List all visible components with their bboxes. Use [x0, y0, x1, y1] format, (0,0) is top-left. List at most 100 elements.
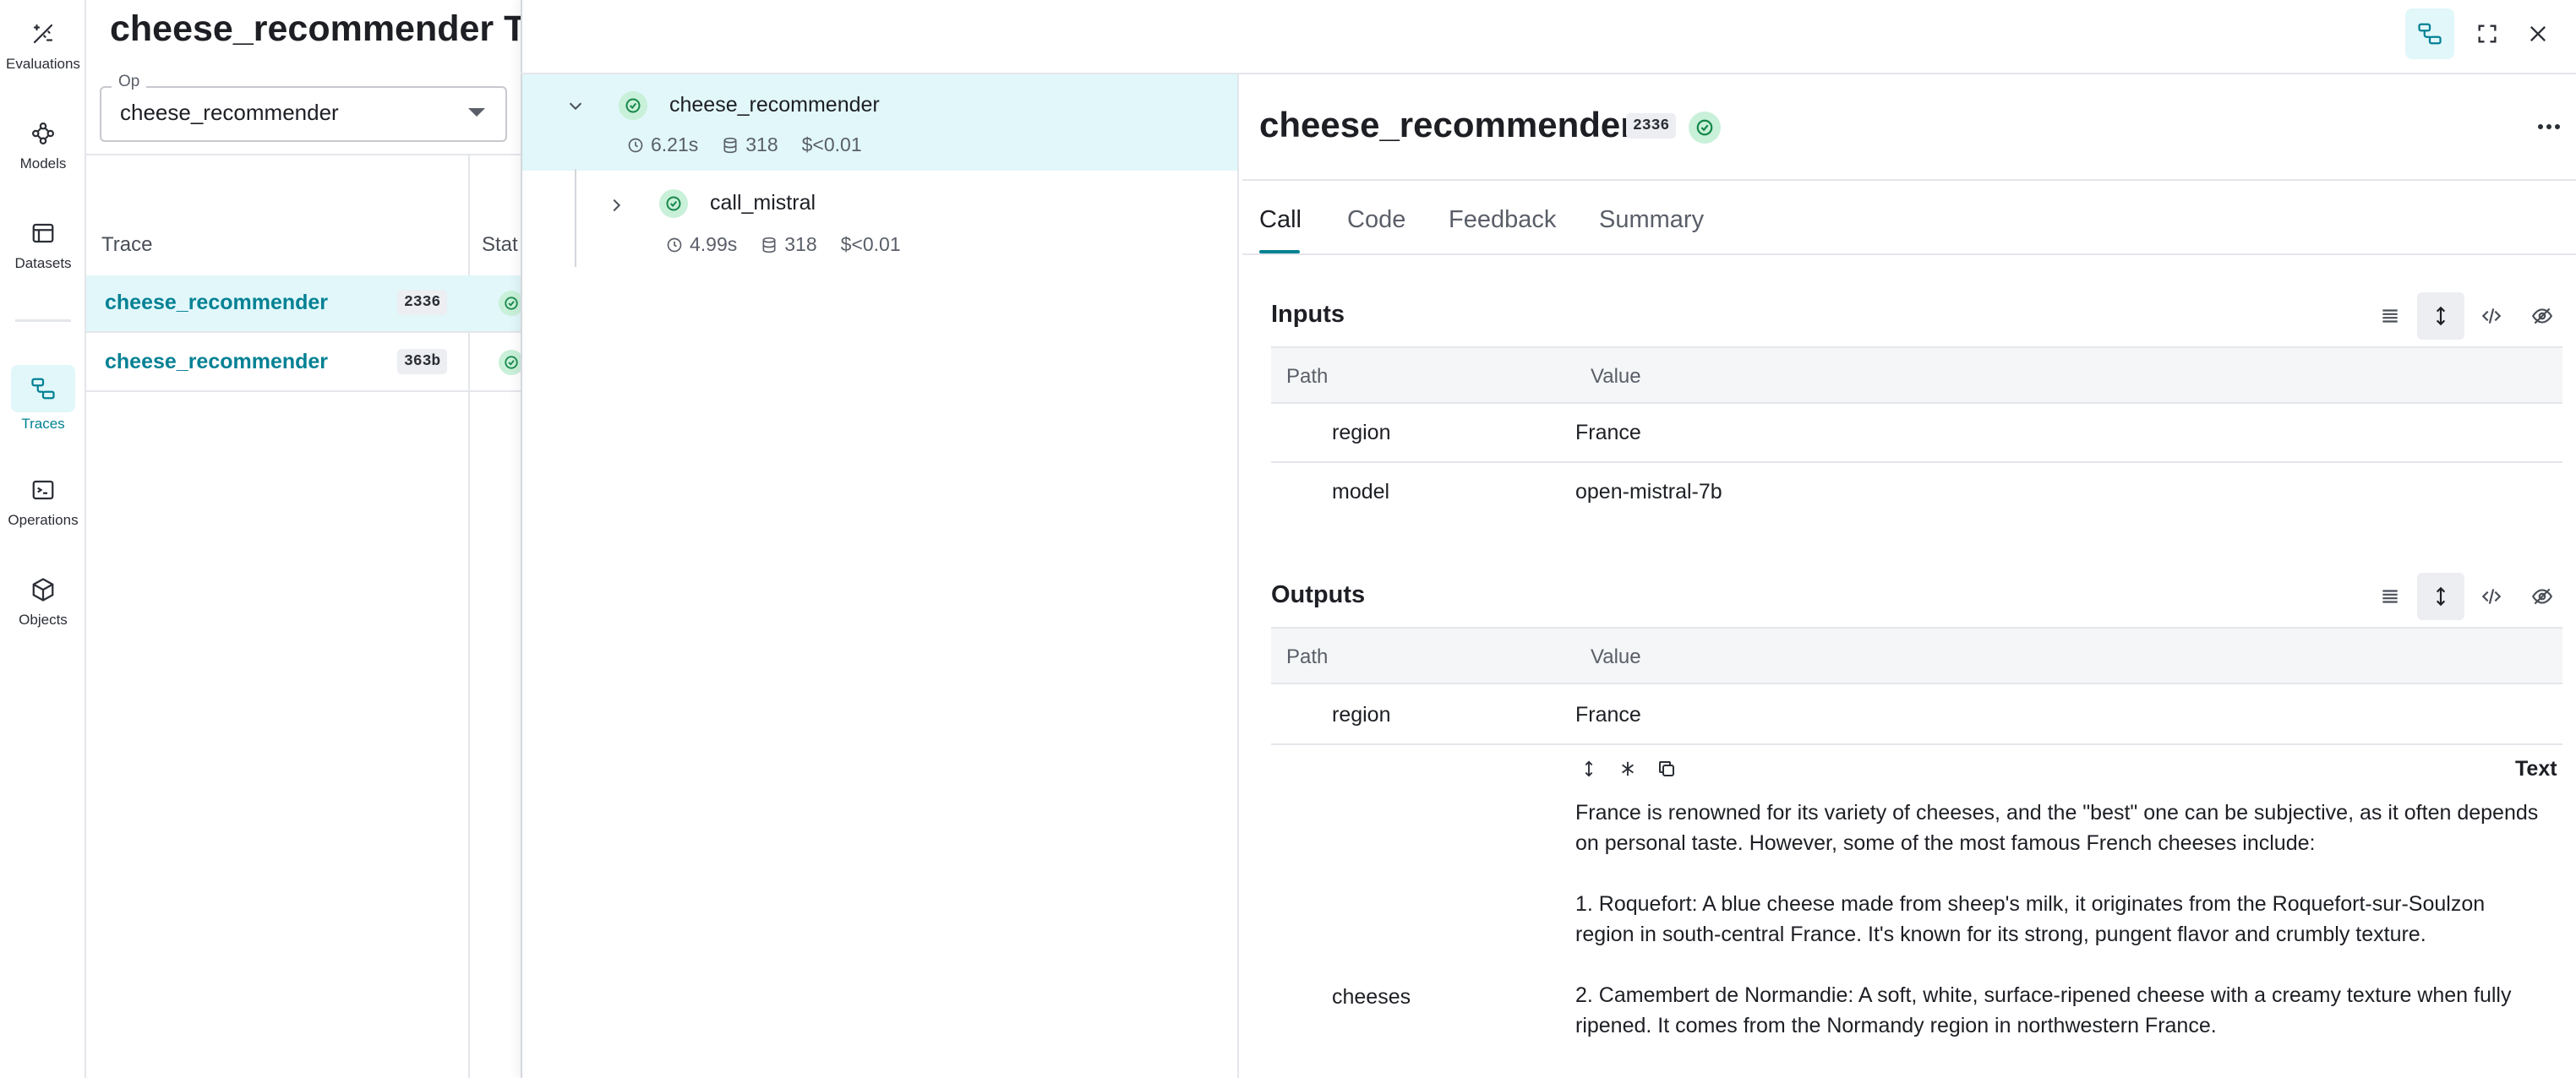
column-header-path[interactable]: Path [1286, 365, 1328, 389]
nav-rail: Evaluations Models Datasets Traces Opera… [0, 0, 86, 1078]
fullscreen-icon [2478, 24, 2497, 43]
tree-node-meta: 6.21s 318 $<0.01 [627, 133, 881, 156]
copy-button[interactable] [1651, 754, 1682, 784]
column-header-trace[interactable]: Trace [101, 233, 152, 257]
text-mode-toggle[interactable]: Text [2515, 757, 2557, 781]
code-view-button[interactable] [2468, 292, 2515, 340]
nav-label: Datasets [14, 255, 72, 271]
evaluations-icon [25, 15, 62, 52]
code-icon [2481, 308, 2502, 324]
op-filter-label: Op [112, 73, 147, 91]
list-icon [2382, 309, 2398, 323]
table-row[interactable]: cheese_recommender 2336 [86, 275, 524, 333]
trace-id-badge: 2336 [397, 290, 448, 315]
tree-node-child[interactable]: call_mistral 4.99s 318 $<0.01 [522, 171, 1237, 267]
column-header-status[interactable]: Stat [482, 233, 518, 257]
nav-item-models[interactable]: Models [0, 115, 86, 172]
nav-item-operations[interactable]: Operations [0, 471, 86, 529]
cheeses-text-value: France is renowned for its variety of ch… [1575, 798, 2547, 1071]
call-title: cheese_recommender [1259, 105, 1635, 144]
output-row-region: region France [1271, 684, 2562, 745]
tab-summary[interactable]: Summary [1599, 206, 1704, 234]
caret-down-icon[interactable] [468, 108, 485, 117]
success-check-icon [1689, 112, 1721, 144]
column-header-value[interactable]: Value [1591, 365, 1641, 389]
hide-button[interactable] [2519, 292, 2566, 340]
cheeses-paragraph: 2. Camembert de Normandie: A soft, white… [1575, 983, 2512, 1037]
divider [1242, 253, 2576, 255]
success-check-icon [659, 189, 688, 218]
column-header-path[interactable]: Path [1286, 645, 1328, 669]
page-title: cheese_recommender Tra [110, 8, 559, 49]
divider [86, 154, 521, 155]
trace-name-link[interactable]: cheese_recommender [105, 291, 328, 315]
tree-node-name: call_mistral [710, 191, 816, 215]
op-filter-value: cheese_recommender [120, 100, 339, 125]
traces-icon [11, 365, 75, 412]
nav-item-evaluations[interactable]: Evaluations [0, 15, 86, 73]
outputs-toolbar [2366, 573, 2566, 620]
divider [1242, 179, 2576, 181]
list-view-button[interactable] [2366, 573, 2414, 620]
datasets-icon [25, 215, 62, 252]
more-horizontal-icon [2538, 124, 2560, 129]
clock-icon [628, 138, 643, 152]
expand-text-button[interactable] [1574, 754, 1604, 784]
tokens-icon [762, 237, 776, 253]
text-value-toolbar [1574, 754, 1682, 784]
copy-icon [1659, 761, 1674, 776]
eye-off-icon [2531, 588, 2553, 605]
nav-item-datasets[interactable]: Datasets [0, 215, 86, 272]
latency: 6.21s [651, 133, 699, 155]
chevron-down-icon[interactable] [563, 93, 588, 118]
expand-vertical-icon [2436, 586, 2446, 607]
wrap-text-button[interactable] [1613, 754, 1643, 784]
tree-node-name: cheese_recommender [669, 93, 880, 117]
column-header-value[interactable]: Value [1591, 645, 1641, 669]
expand-rows-button[interactable] [2417, 573, 2464, 620]
nav-label: Evaluations [6, 56, 80, 72]
clock-icon [667, 237, 682, 252]
tree-node-root[interactable]: cheese_recommender 6.21s 318 $<0.01 [522, 74, 1237, 171]
tab-code[interactable]: Code [1347, 206, 1405, 234]
expand-vertical-icon [2436, 306, 2446, 326]
tree-node-meta: 4.99s 318 $<0.01 [666, 233, 920, 256]
traces-icon [2418, 23, 2442, 45]
trace-id-badge: 363b [397, 349, 448, 374]
fullscreen-button[interactable] [2463, 8, 2512, 59]
call-id-badge: 2336 [1626, 113, 1677, 139]
table-row[interactable]: cheese_recommender 363b [86, 335, 524, 392]
close-button[interactable] [2513, 8, 2562, 59]
inputs-toolbar [2366, 292, 2566, 340]
input-value: France [1575, 421, 1641, 444]
output-path: cheeses [1332, 985, 1411, 1009]
input-path: model [1332, 480, 1390, 504]
latency: 4.99s [690, 233, 738, 255]
success-check-icon [619, 91, 647, 120]
list-view-button[interactable] [2366, 292, 2414, 340]
cost: $<0.01 [840, 233, 901, 255]
models-icon [25, 115, 62, 152]
tab-feedback[interactable]: Feedback [1449, 206, 1556, 234]
hide-button[interactable] [2519, 573, 2566, 620]
code-view-button[interactable] [2468, 573, 2515, 620]
input-path: region [1332, 421, 1391, 444]
layout-toggle-button[interactable] [2405, 8, 2454, 59]
output-value: France [1575, 703, 1641, 727]
code-icon [2481, 589, 2502, 604]
nav-item-traces[interactable]: Traces [0, 365, 86, 433]
chevron-right-icon[interactable] [603, 193, 629, 218]
tokens: 318 [784, 233, 817, 255]
nav-item-objects[interactable]: Objects [0, 571, 86, 629]
asterisk-icon [1622, 761, 1634, 776]
input-row-region: region France [1271, 404, 2562, 463]
outputs-grid-header: Path Value [1271, 627, 2562, 684]
nav-label: Operations [8, 512, 79, 528]
objects-icon [25, 571, 62, 608]
eye-off-icon [2531, 308, 2553, 324]
trace-name-link[interactable]: cheese_recommender [105, 350, 328, 374]
tab-call[interactable]: Call [1259, 206, 1302, 234]
expand-rows-button[interactable] [2417, 292, 2464, 340]
inputs-title: Inputs [1271, 301, 1345, 328]
more-options-button[interactable] [2530, 113, 2568, 140]
